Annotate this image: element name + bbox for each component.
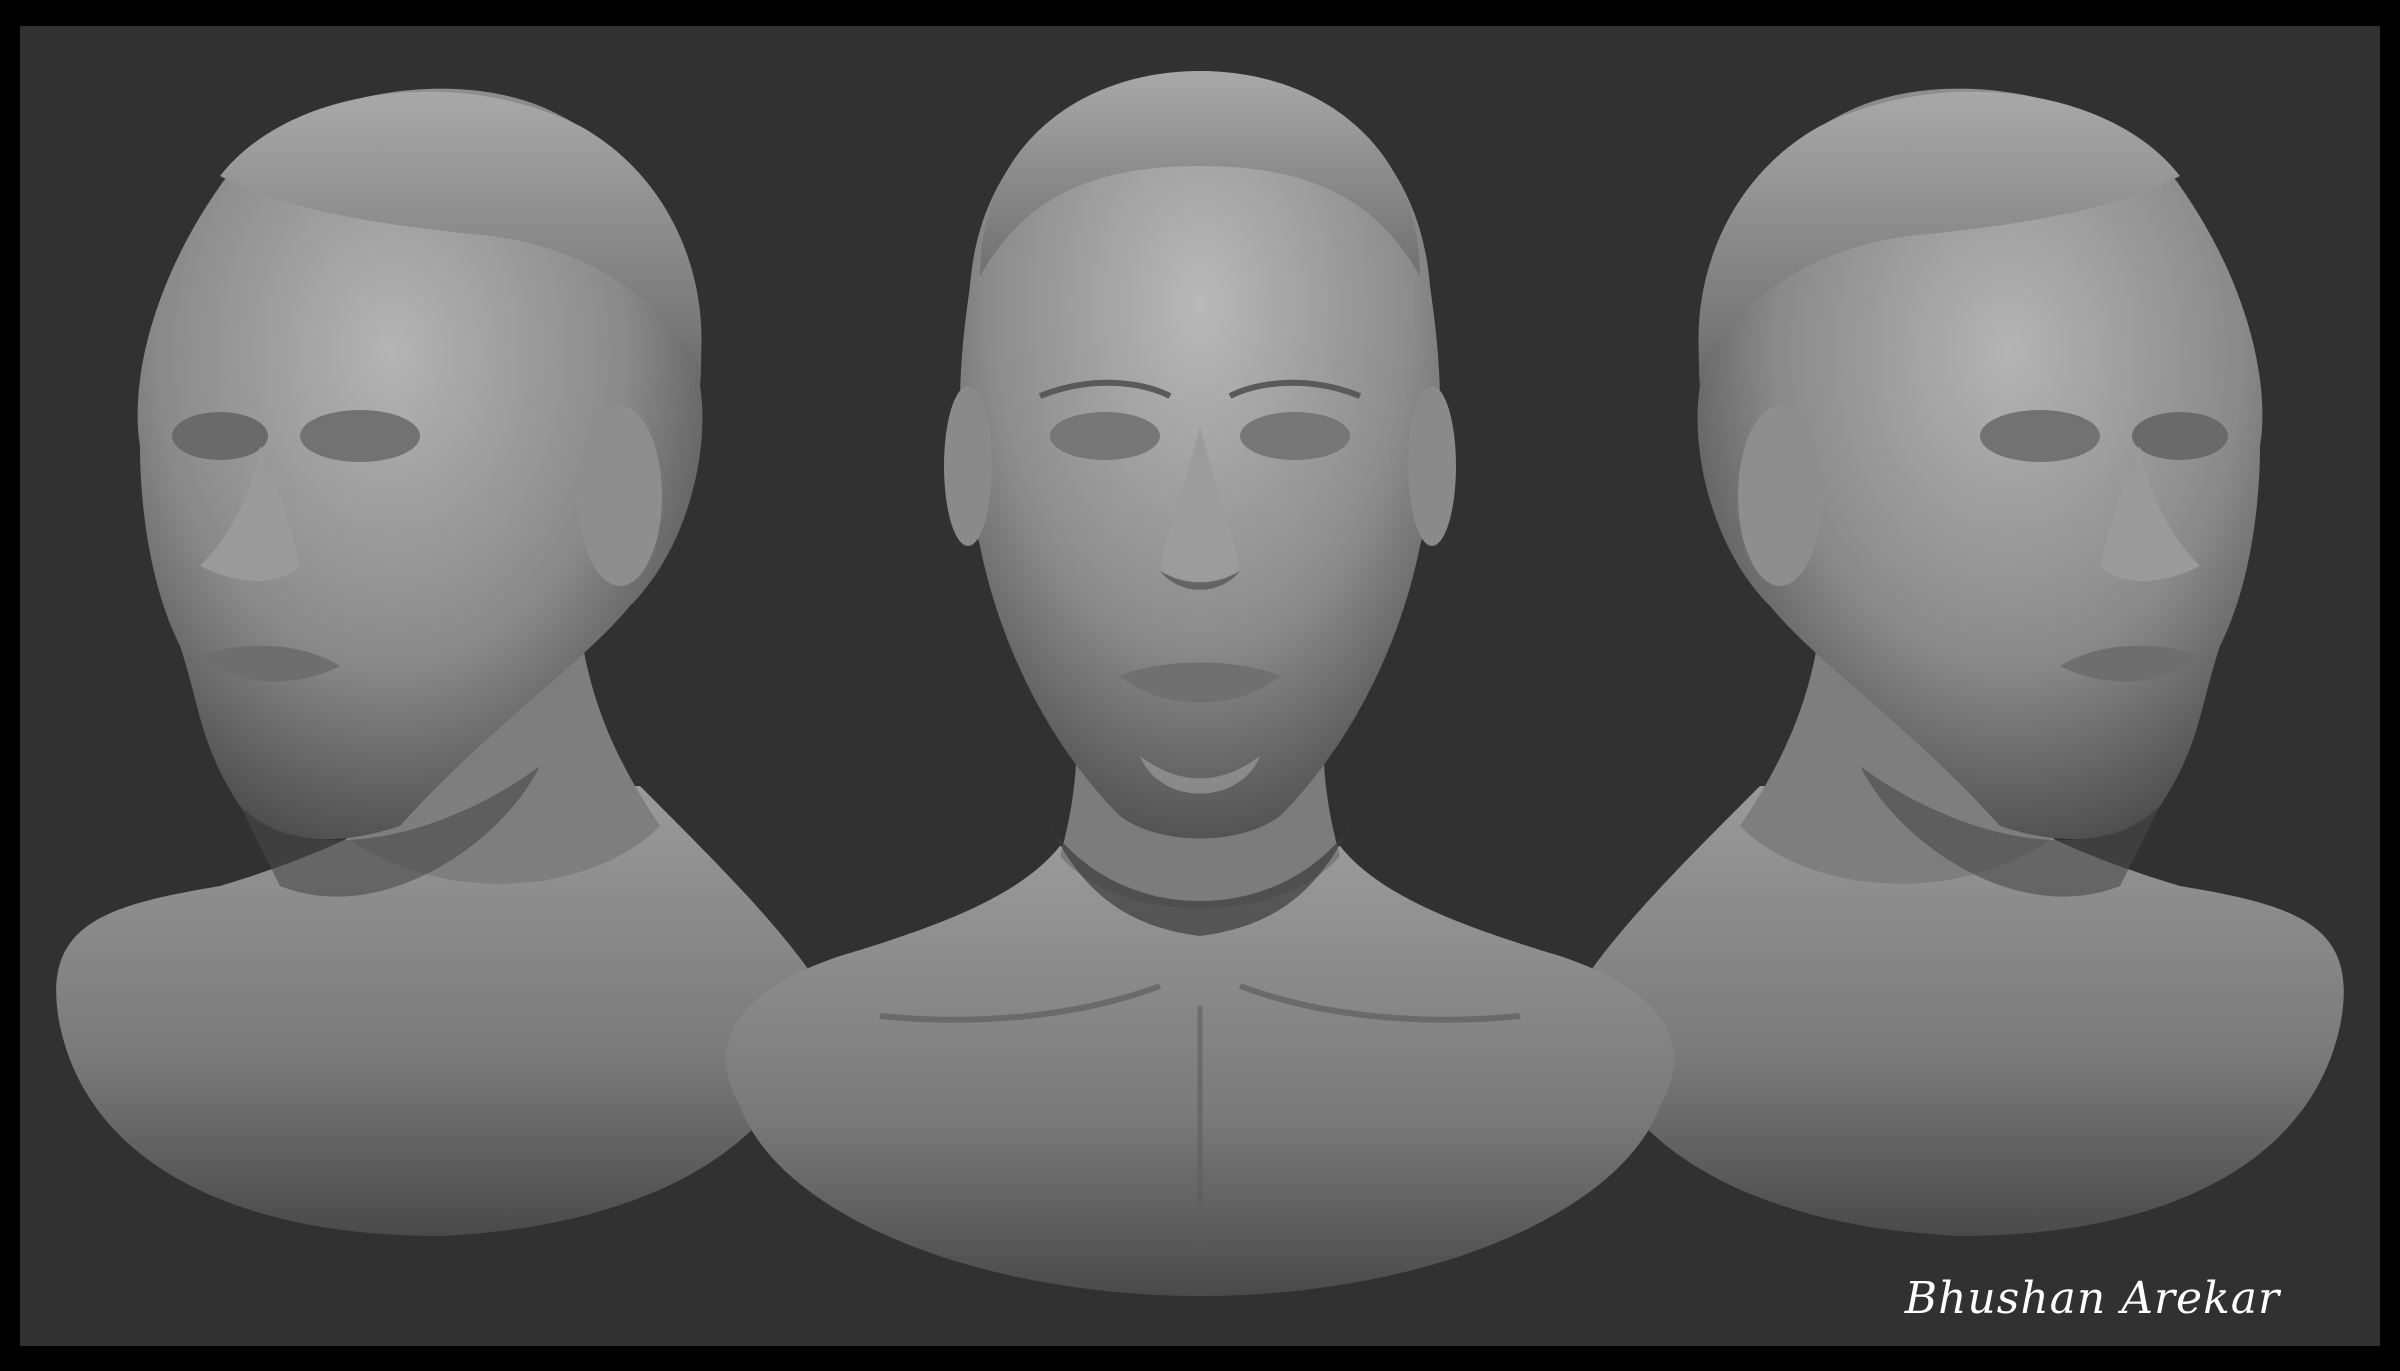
bust-three-quarter-left (56, 88, 821, 1236)
render-canvas: Bhushan Arekar (20, 26, 2380, 1346)
artist-signature: Bhushan Arekar (1904, 1273, 2280, 1324)
front-ear-right (1408, 386, 1456, 546)
front-ear-left (944, 386, 992, 546)
left-ear (578, 406, 662, 586)
bust-front (726, 71, 1674, 1296)
front-eye-left (1050, 412, 1160, 460)
sculpture-illustration (56, 71, 2344, 1296)
left-eye-socket-2 (300, 410, 420, 462)
right-eye-socket-2 (1980, 410, 2100, 462)
front-eye-right (1240, 412, 1350, 460)
bust-three-quarter-right (1580, 88, 2344, 1236)
right-eye-socket (2132, 412, 2228, 460)
left-eye-socket (172, 412, 268, 460)
right-ear (1738, 406, 1822, 586)
render-frame: Bhushan Arekar (0, 0, 2400, 1371)
